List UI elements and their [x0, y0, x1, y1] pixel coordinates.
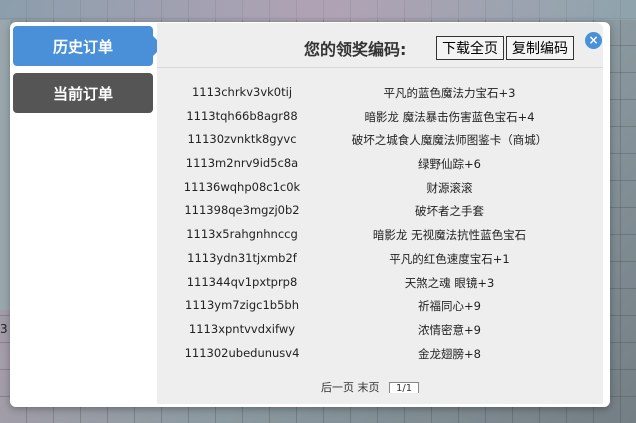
codes-panel: 您的领奖编码: 下载全页 复制编码 × 1113chrkv3vk0tij 平凡的蓝…: [157, 23, 603, 404]
prize-name: 平凡的红色速度宝石+1: [389, 251, 510, 266]
background-left-panel: [0, 20, 10, 310]
award-code: 1113ydn31tjxmb2f: [187, 250, 297, 265]
list-item: 1113x5rahgnhnccg 暗影龙 无视魔法抗性蓝色宝石: [157, 227, 603, 251]
list-item: 1113chrkv3vk0tij 平凡的蓝色魔法力宝石+3: [157, 85, 603, 109]
close-icon[interactable]: ×: [585, 32, 602, 49]
list-item: 11130zvnktk8gyvc 破坏之城食人魔魔法师图鉴卡（商城）: [157, 132, 603, 156]
prize-name: 金龙翅膀+8: [418, 346, 481, 361]
list-item: 111398qe3mgzj0b2 破坏者之手套: [157, 203, 603, 227]
list-item: 111344qv1pxtprp8 天煞之魂 眼镜+3: [157, 275, 603, 299]
award-code: 1113xpntvvdxifwy: [188, 321, 296, 336]
prize-name: 祈福同心+9: [418, 299, 481, 314]
copy-codes-button[interactable]: 复制编码: [506, 36, 574, 60]
tab-history-orders[interactable]: 历史订单: [13, 26, 163, 66]
award-code-dialog: 历史订单 当前订单 您的领奖编码: 下载全页 复制编码 × 1113chrkv3…: [10, 22, 610, 407]
award-code: 1113tqh66b8agr88: [186, 108, 298, 123]
prize-name: 绿野仙踪+6: [418, 157, 481, 172]
prize-name: 破坏之城食人魔魔法师图鉴卡（商城）: [351, 133, 548, 148]
award-code: 111344qv1pxtprp8: [186, 274, 298, 289]
page-title: 您的领奖编码:: [304, 40, 407, 59]
tab-current-orders[interactable]: 当前订单: [13, 73, 153, 113]
prize-name: 财源滚滚: [426, 180, 473, 195]
download-page-button[interactable]: 下载全页: [436, 36, 504, 60]
award-code: 11130zvnktk8gyvc: [187, 132, 297, 147]
award-code: 1113ym7zigc1b5bh: [185, 298, 299, 313]
tab-label: 当前订单: [52, 84, 113, 103]
list-item: 11136wqhp08c1c0k 财源滚滚: [157, 180, 603, 204]
award-code: 1113x5rahgnhnccg: [186, 227, 298, 242]
list-item: 1113ym7zigc1b5bh 祈福同心+9: [157, 298, 603, 322]
prize-name: 暗影龙 魔法暴击伤害蓝色宝石+4: [364, 109, 535, 124]
prev-page-link[interactable]: 后一页: [321, 381, 354, 393]
list-item: 1113ydn31tjxmb2f 平凡的红色速度宝石+1: [157, 251, 603, 275]
prize-name: 平凡的蓝色魔法力宝石+3: [383, 86, 516, 100]
prize-name: 破坏者之手套: [415, 204, 484, 219]
panel-header: 您的领奖编码: 下载全页 复制编码 ×: [157, 23, 603, 68]
list-item: 1113xpntvvdxifwy 浓情密意+9: [157, 322, 603, 346]
list-item: 1113tqh66b8agr88 暗影龙 魔法暴击伤害蓝色宝石+4: [157, 109, 603, 133]
award-code: 1113m2nrv9id5c8a: [185, 156, 299, 171]
pagination: 后一页 末页 1/1: [321, 379, 420, 393]
award-code: 111398qe3mgzj0b2: [184, 203, 300, 218]
award-code: 111302ubedunusv4: [184, 345, 300, 360]
prize-name: 浓情密意+9: [418, 322, 481, 337]
last-page-link[interactable]: 末页: [358, 381, 380, 393]
background-top-strip: [0, 0, 636, 20]
prize-name: 暗影龙 无视魔法抗性蓝色宝石: [372, 228, 527, 243]
tab-label: 历史订单: [52, 37, 113, 56]
prize-name: 天煞之魂 眼镜+3: [404, 275, 495, 290]
award-code: 1113chrkv3vk0tij: [191, 85, 293, 99]
list-item: 111302ubedunusv4 金龙翅膀+8: [157, 346, 603, 370]
page-number-input[interactable]: 1/1: [389, 382, 420, 393]
list-item: 1113m2nrv9id5c8a 绿野仙踪+6: [157, 156, 603, 180]
award-code: 11136wqhp08c1c0k: [183, 179, 301, 194]
codes-list: 1113chrkv3vk0tij 平凡的蓝色魔法力宝石+3 1113tqh66b8…: [157, 85, 603, 369]
background-side-text: 3: [0, 322, 8, 336]
